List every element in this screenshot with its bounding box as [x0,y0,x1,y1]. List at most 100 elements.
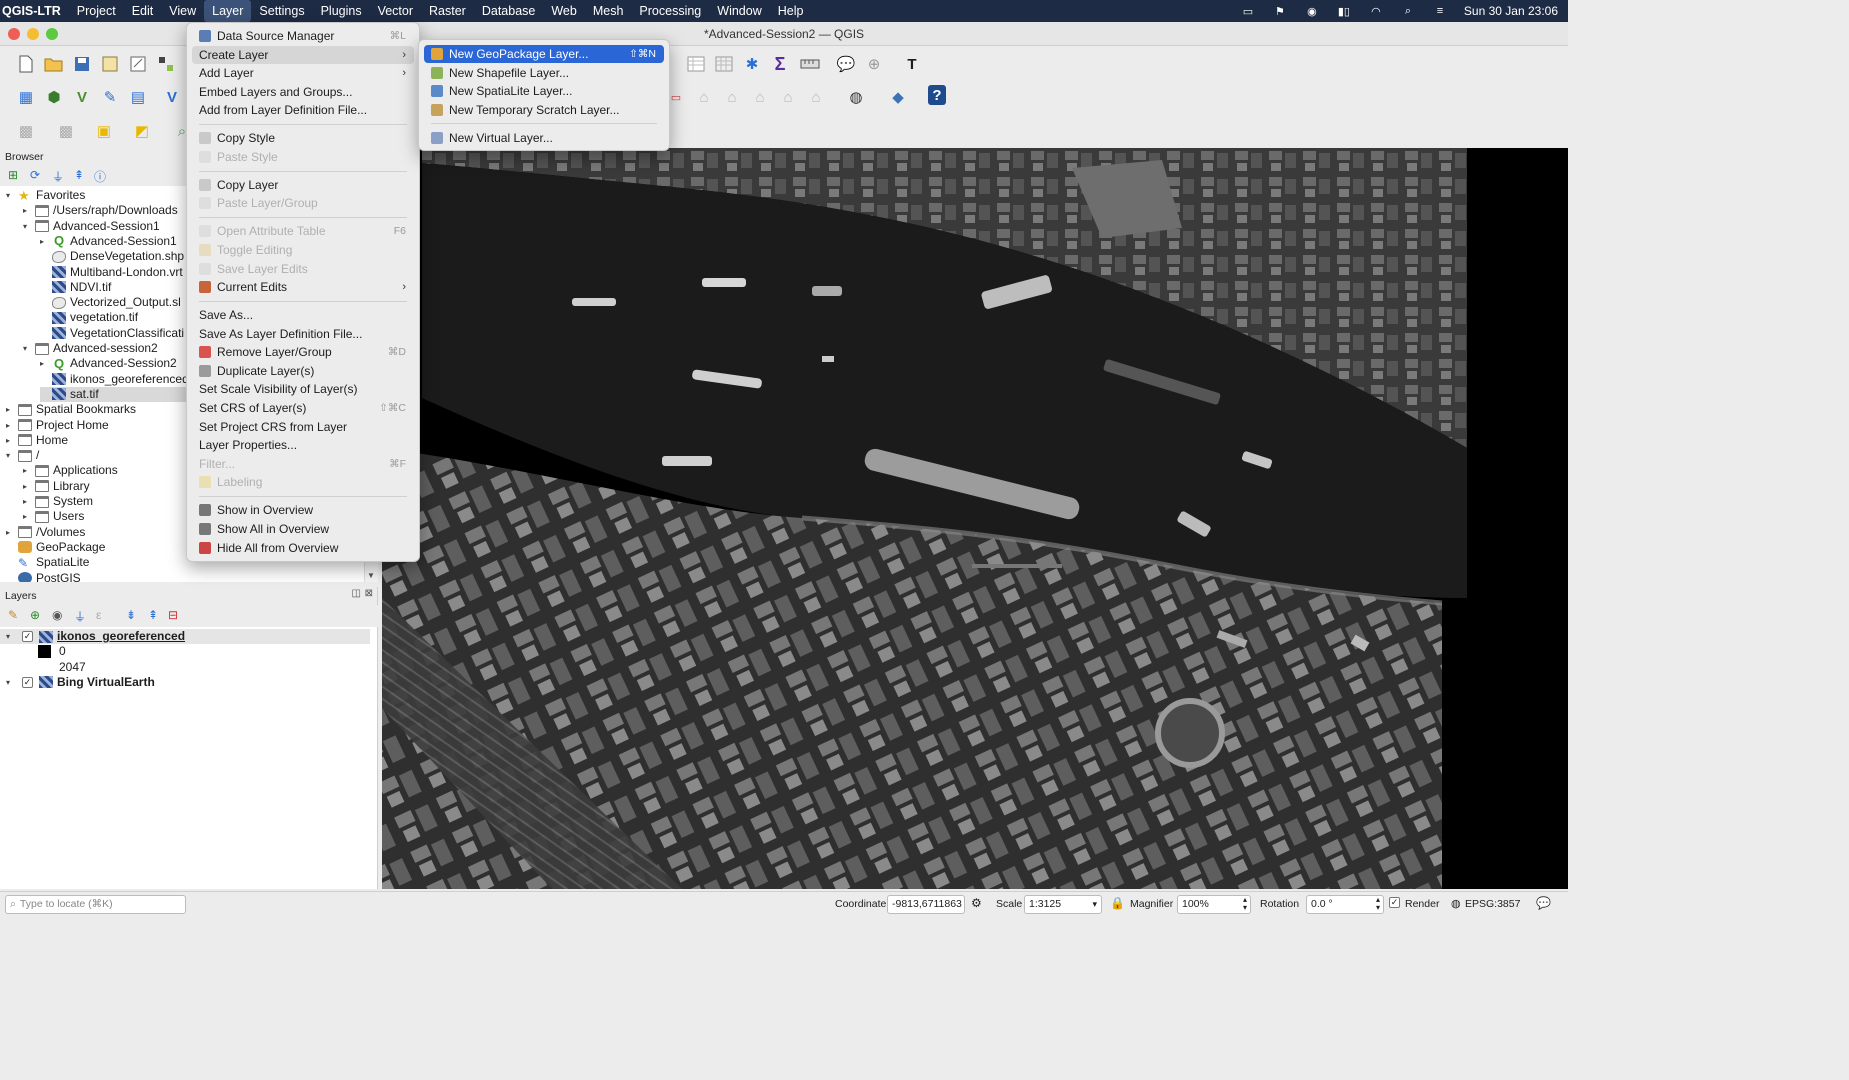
processing-toolbox-icon[interactable]: ✱ [740,52,764,76]
text-annotation-icon[interactable]: T [900,52,924,76]
menubar-project[interactable]: Project [69,0,124,22]
menubar-database[interactable]: Database [474,0,544,22]
new-geopackage-icon[interactable]: ⬢ [42,85,66,109]
menubar-edit[interactable]: Edit [124,0,162,22]
menu-item-duplicate-layer-s[interactable]: Duplicate Layer(s) [192,362,414,380]
expand-arrow-icon[interactable]: ▸ [40,356,52,371]
menubar-layer[interactable]: Layer [204,0,252,22]
menubar-raster[interactable]: Raster [421,0,474,22]
close-window-button[interactable] [8,28,20,40]
app-menu[interactable]: QGIS-LTR [0,0,69,22]
attribute-table-icon[interactable] [684,52,708,76]
menu-item-copy-layer[interactable]: Copy Layer [192,176,414,194]
toggle-extents-icon[interactable]: ⚙ [971,896,982,910]
minimize-window-button[interactable] [27,28,39,40]
menubar-plugins[interactable]: Plugins [313,0,370,22]
chevron-down-icon[interactable]: ▾ [1092,896,1097,913]
collapse-all-icon[interactable]: ⇞ [74,168,84,182]
crs-globe-icon[interactable]: ◍ [1451,897,1461,910]
open-project-icon[interactable] [42,52,66,76]
lock-scale-icon[interactable]: 🔒 [1110,896,1125,910]
map-canvas[interactable] [382,148,1568,889]
layer-visibility-checkbox[interactable]: ✓ [22,676,33,688]
select-location-icon[interactable]: ◩ [130,119,154,143]
menu-item-new-spatialite-layer[interactable]: New SpatiaLite Layer... [424,82,664,100]
scale-combobox[interactable]: 1:3125 ▾ [1024,895,1102,914]
style-manager-icon[interactable] [154,52,178,76]
display-icon[interactable]: ▭ [1240,5,1256,18]
flag-icon[interactable]: ⚑ [1272,5,1288,18]
new-scratch-layer-icon[interactable]: ▤ [126,85,150,109]
satellite-imagery[interactable] [382,148,1568,889]
filter-expression-icon[interactable]: ε [96,608,101,622]
manage-visibility-icon[interactable]: ◉ [52,608,62,622]
vertex-tool-3-icon[interactable]: ⌂ [748,85,772,109]
vertex-tool-4-icon[interactable]: ⌂ [776,85,800,109]
battery-icon[interactable]: ▮▯ [1336,5,1352,18]
add-selected-layers-icon[interactable]: ⊞ [8,168,18,182]
render-checkbox[interactable]: ✓ [1389,897,1400,908]
scroll-down-icon[interactable]: ▼ [367,571,375,580]
expand-arrow-icon[interactable]: ▾ [23,219,35,234]
crs-button[interactable]: EPSG:3857 [1465,896,1520,913]
stepper-icon[interactable]: ▴ ▾ [1376,896,1380,912]
menu-item-set-crs-of-layer-s[interactable]: Set CRS of Layer(s) ⇧⌘C [192,399,414,417]
refresh-icon[interactable]: ⟳ [30,168,40,182]
legend-item[interactable]: 2047 [38,660,408,675]
control-center-icon[interactable]: ≡ [1432,5,1448,17]
menu-item-save-as[interactable]: Save As... [192,306,414,324]
remove-layer-icon[interactable]: ⊟ [168,608,178,622]
field-calculator-icon[interactable] [712,52,736,76]
menu-item-new-geopackage-layer[interactable]: New GeoPackage Layer... ⇧⌘N [424,45,664,63]
layout-manager-icon[interactable] [126,52,150,76]
menubar-web[interactable]: Web [543,0,584,22]
python-console-icon[interactable]: ◆ [886,85,910,109]
expand-arrow-icon[interactable]: ▸ [6,525,18,540]
filter-legend-icon[interactable]: ⏚ [74,608,86,625]
deselect-icon[interactable]: ▣ [92,119,116,143]
expand-arrow-icon[interactable]: ▸ [23,494,35,509]
expand-arrow-icon[interactable]: ▾ [23,341,35,356]
expand-arrow-icon[interactable]: ▸ [23,463,35,478]
select-features-icon[interactable]: ▩ [14,119,38,143]
expand-arrow-icon[interactable]: ▸ [23,509,35,524]
float-panel-icon[interactable]: ◫ [352,588,361,599]
legend-item[interactable]: 0 [38,644,408,659]
collapse-all-layers-icon[interactable]: ⇞ [148,608,158,622]
menu-item-embed-layers-and-groups[interactable]: Embed Layers and Groups... [192,83,414,101]
menu-item-remove-layer-group[interactable]: Remove Layer/Group ⌘D [192,343,414,361]
menubar-mesh[interactable]: Mesh [585,0,632,22]
menu-item-show-all-in-overview[interactable]: Show All in Overview [192,520,414,538]
zoom-window-button[interactable] [46,28,58,40]
menubar-window[interactable]: Window [709,0,769,22]
select-value-icon[interactable]: ▩ [54,119,78,143]
expand-all-icon[interactable]: ⇟ [126,608,136,622]
save-project-icon[interactable] [70,52,94,76]
expand-arrow-icon[interactable]: ▸ [23,479,35,494]
expand-arrow-icon[interactable]: ▸ [6,418,18,433]
statistics-icon[interactable]: Σ [768,52,792,76]
menu-item-show-in-overview[interactable]: Show in Overview [192,501,414,519]
vertex-tool-1-icon[interactable]: ⌂ [692,85,716,109]
new-project-icon[interactable] [14,52,38,76]
coordinate-field[interactable]: -9813,6711863 [887,895,965,914]
print-layout-icon[interactable] [98,52,122,76]
menubar-vector[interactable]: Vector [370,0,421,22]
menu-item-save-as-layer-definition-file[interactable]: Save As Layer Definition File... [192,325,414,343]
new-shapefile-icon[interactable]: V [70,85,94,109]
menu-item-add-from-layer-definition-file[interactable]: Add from Layer Definition File... [192,101,414,119]
stepper-icon[interactable]: ▴ ▾ [1243,896,1247,912]
locate-search-field[interactable]: ⌕ Type to locate (⌘K) [5,895,186,914]
clock[interactable]: Sun 30 Jan 23:06 [1464,4,1558,18]
help-icon[interactable]: ? [928,85,946,105]
vertex-tool-5-icon[interactable]: ⌂ [804,85,828,109]
filter-icon[interactable]: ⏚ [52,168,64,185]
new-virtual-layer-icon[interactable]: V [160,85,184,109]
vertex-tool-2-icon[interactable]: ⌂ [720,85,744,109]
browser-item[interactable]: PostGIS [6,571,364,582]
magnifier-spinbox[interactable]: 100% ▴ ▾ [1177,895,1251,914]
layer-visibility-checkbox[interactable]: ✓ [22,631,33,642]
layer-item[interactable]: ▾ ✓ ikonos_georeferenced [0,629,370,644]
zoom-tool-icon[interactable]: ⊕ [862,52,886,76]
wifi-icon[interactable]: ◠ [1368,5,1384,18]
